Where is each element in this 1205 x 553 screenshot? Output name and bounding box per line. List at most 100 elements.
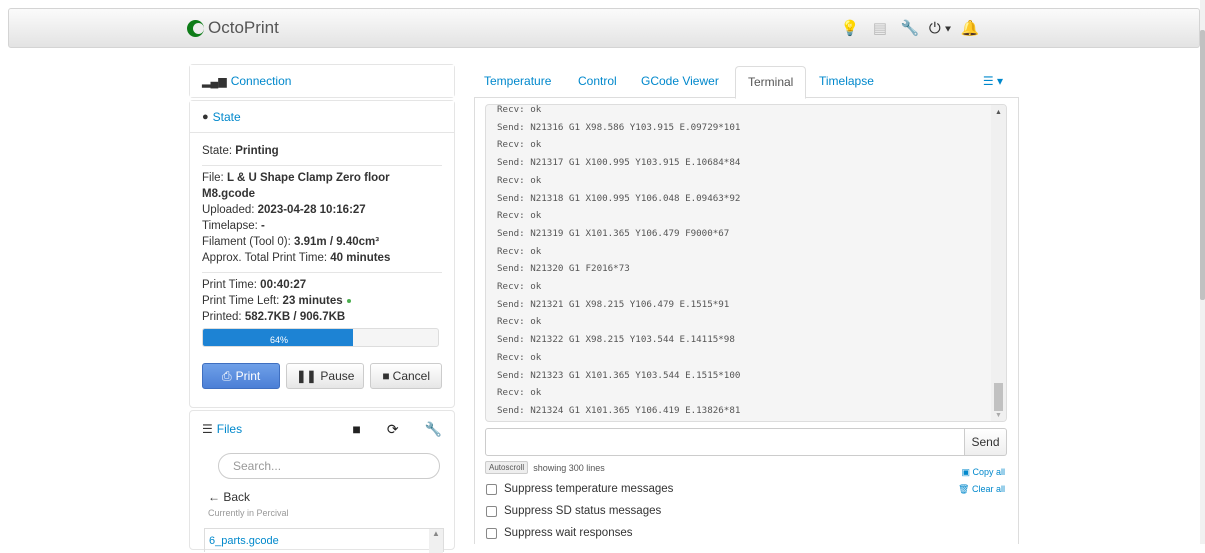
lightbulb-icon[interactable]: 💡 (835, 19, 865, 37)
file-list-scroll-up-icon[interactable]: ▲ (429, 529, 443, 553)
state-panel: ● State State: Printing File: L & U Shap… (189, 100, 455, 408)
signal-icon: ▂▄▆ (202, 75, 227, 88)
filament-line: Filament (Tool 0): 3.91m / 9.40cm³ (202, 236, 380, 248)
suppress-sd-status-checkbox[interactable]: Suppress SD status messages (486, 505, 661, 517)
tab-terminal[interactable]: Terminal (735, 66, 807, 99)
refresh-icon[interactable]: ⟳ (387, 421, 399, 438)
list-icon: ☰ (202, 422, 213, 436)
terminal-line: Recv: ok (497, 139, 542, 151)
clipboard-icon[interactable]: ▤ (865, 19, 895, 37)
scroll-down-icon[interactable]: ▼ (991, 412, 1006, 419)
terminal-output[interactable]: Recv: ok Send: N21316 G1 X98.586 Y103.915… (485, 104, 1007, 422)
nav-icons: 💡 ▤ 🔧 ⏻ ▾ 🔔 (835, 19, 985, 38)
tab-menu-icon[interactable]: ☰ ▾ (983, 74, 1003, 88)
files-actions: ■ ⟳ 🔧 (352, 421, 442, 438)
file-item[interactable]: 6_parts.gcode (209, 535, 279, 547)
brand-name: OctoPrint (208, 18, 279, 37)
job-controls: ⎙ Print ❚❚ Pause ■ Cancel (202, 363, 442, 399)
terminal-options: Autoscroll showing 300 lines ▣ Copy all … (485, 461, 1007, 539)
tab-gcode-viewer[interactable]: GCode Viewer (641, 74, 719, 88)
file-line: File: L & U Shape Clamp Zero floor M8.gc… (202, 172, 390, 200)
command-input[interactable] (485, 428, 965, 456)
file-search-input[interactable]: Search... (218, 453, 440, 479)
terminal-links: ▣ Copy all 🗑 Clear all (958, 464, 1005, 498)
info-icon: ● (202, 110, 209, 123)
pause-button[interactable]: ❚❚ Pause (286, 363, 365, 389)
files-header[interactable]: ☰ Files ■ ⟳ 🔧 (190, 411, 454, 447)
terminal-tab-content: Recv: ok Send: N21316 G1 X98.586 Y103.915… (474, 98, 1019, 544)
bell-icon[interactable]: 🔔 (955, 19, 985, 37)
page-scrollbar-thumb[interactable] (1200, 30, 1205, 300)
terminal-line: Recv: ok (497, 245, 542, 257)
wrench-icon[interactable]: 🔧 (425, 421, 442, 438)
terminal-lines: Recv: ok Send: N21316 G1 X98.586 Y103.915… (497, 104, 741, 420)
state-body: State: Printing File: L & U Shape Clamp … (190, 133, 454, 399)
terminal-line: Send: N21318 G1 X100.995 Y106.048 E.0946… (497, 192, 741, 204)
power-icon[interactable]: ⏻ ▾ (925, 20, 955, 37)
terminal-line: Send: N21317 G1 X100.995 Y103.915 E.1068… (497, 157, 741, 169)
terminal-scroll-thumb[interactable] (994, 383, 1003, 411)
checkbox-box[interactable] (486, 483, 497, 495)
file-list[interactable]: 6_parts.gcode ▲ (204, 528, 444, 553)
tab-timelapse[interactable]: Timelapse (819, 74, 874, 88)
copy-icon: ▣ (961, 467, 970, 477)
tab-temperature[interactable]: Temperature (484, 74, 551, 88)
state-label: State (212, 109, 241, 124)
page-scrollbar[interactable] (1200, 0, 1205, 544)
files-label: Files (216, 422, 243, 436)
terminal-line: Recv: ok (497, 316, 542, 328)
terminal-line: Recv: ok (497, 281, 542, 293)
send-button[interactable]: Send (965, 428, 1007, 456)
timelapse-line: Timelapse: - (202, 220, 265, 232)
state-header[interactable]: ● State (190, 101, 454, 133)
checkbox-box[interactable] (486, 505, 497, 517)
terminal-line: Recv: ok (497, 210, 542, 222)
trash-icon: 🗑 (958, 484, 970, 494)
cancel-button[interactable]: ■ Cancel (370, 363, 442, 389)
suppress-wait-checkbox[interactable]: Suppress wait responses (486, 527, 632, 539)
approx-time-line: Approx. Total Print Time: 40 minutes (202, 252, 391, 264)
terminal-line: Send: N21319 G1 X101.365 Y106.479 F9000*… (497, 227, 730, 239)
connection-panel: ▂▄▆ Connection (189, 64, 455, 98)
pause-icon: ❚❚ (296, 369, 317, 383)
back-link[interactable]: ← Back (208, 490, 454, 504)
suppress-temperature-checkbox[interactable]: Suppress temperature messages (486, 483, 673, 495)
terminal-line: Send: N21324 G1 X101.365 Y106.419 E.1382… (497, 404, 741, 416)
terminal-line: Send: N21321 G1 X98.215 Y106.479 E.1515*… (497, 298, 730, 310)
time-left-line: Print Time Left: 23 minutes (202, 293, 442, 309)
checkbox-box[interactable] (486, 527, 497, 539)
current-folder: Currently in Percival (208, 508, 289, 518)
wrench-icon[interactable]: 🔧 (895, 19, 925, 37)
state-line: State: Printing (202, 145, 279, 157)
terminal-line: Send: N21322 G1 X98.215 Y103.544 E.14115… (497, 334, 735, 346)
new-file-icon[interactable]: ■ (352, 421, 360, 438)
brand[interactable]: OctoPrint (187, 18, 279, 38)
stop-icon: ■ (382, 369, 390, 383)
tab-control[interactable]: Control (578, 74, 617, 88)
scroll-up-icon[interactable]: ▲ (991, 109, 1006, 116)
terminal-line: Send: N21323 G1 X101.365 Y103.544 E.1515… (497, 369, 741, 381)
progress-label: 64% (269, 335, 288, 345)
terminal-line: Recv: ok (497, 174, 542, 186)
terminal-line: Send: N21316 G1 X98.586 Y103.915 E.09729… (497, 121, 741, 133)
connection-header[interactable]: ▂▄▆ Connection (190, 65, 454, 97)
octoprint-logo-icon (187, 19, 204, 37)
files-panel: ☰ Files ■ ⟳ 🔧 Search... ← Back Currently… (189, 410, 455, 553)
printer-icon: ⎙ (221, 369, 232, 383)
clear-all-link[interactable]: 🗑 Clear all (958, 481, 1005, 498)
terminal-scrollbar[interactable]: ▲ ▼ (991, 105, 1006, 421)
divider (202, 165, 442, 166)
main-tabs: Temperature Control GCode Viewer Termina… (474, 66, 1019, 99)
autoscroll-button[interactable]: Autoscroll (485, 461, 529, 474)
copy-all-link[interactable]: ▣ Copy all (958, 464, 1005, 481)
print-button[interactable]: ⎙ Print (202, 363, 281, 389)
showing-lines-label: showing 300 lines (533, 462, 605, 473)
top-navbar: OctoPrint 💡 ▤ 🔧 ⏻ ▾ 🔔 (8, 8, 1200, 48)
estimate-dot-icon (346, 298, 351, 303)
print-progress-bar: 64% (202, 328, 439, 347)
terminal-line: Recv: ok (497, 351, 542, 363)
terminal-line: Recv: ok (497, 387, 542, 399)
command-row: Send (485, 428, 1007, 456)
terminal-line: Recv: ok (497, 104, 542, 115)
divider (202, 272, 442, 273)
